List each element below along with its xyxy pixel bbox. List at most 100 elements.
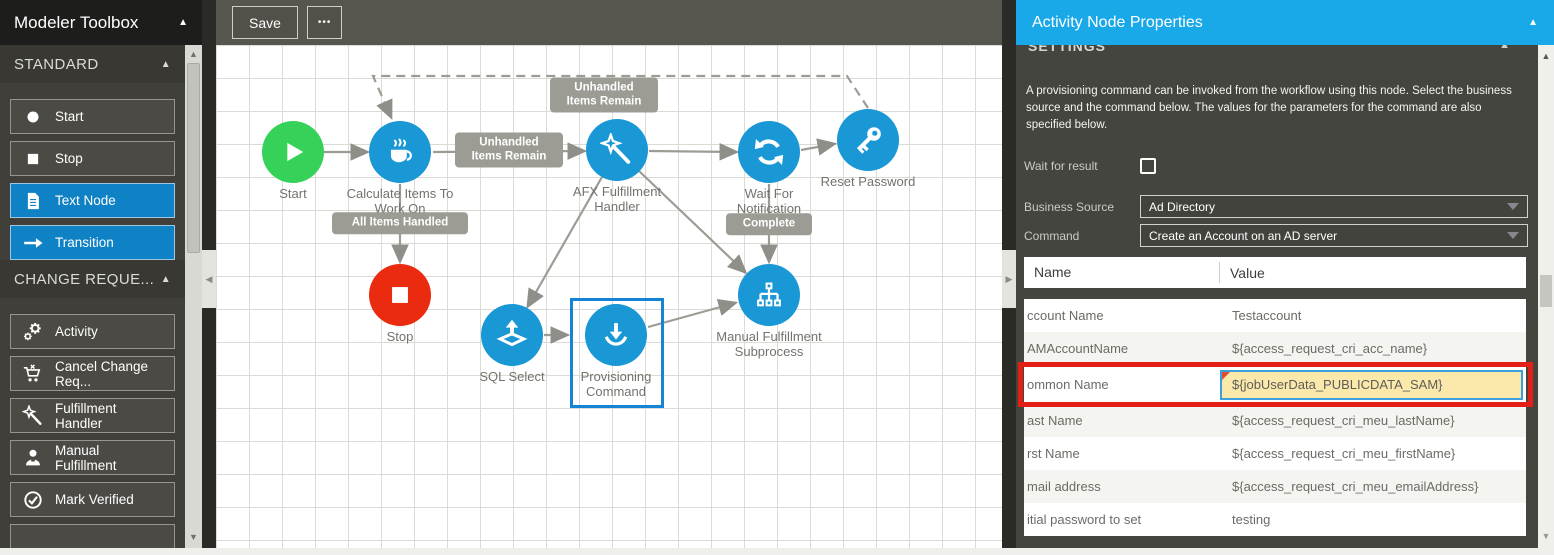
scroll-down-icon[interactable]: ▼ bbox=[1538, 531, 1554, 541]
parameter-value[interactable]: testing bbox=[1220, 512, 1526, 527]
transition-label-badge[interactable]: Unhandled Items Remain bbox=[455, 133, 563, 168]
settings-section-header[interactable]: SETTINGS ▲ bbox=[1016, 45, 1538, 63]
sidebar-item-cancel-change-req[interactable]: Cancel Change Req... bbox=[10, 356, 175, 391]
sidebar-item-manual-fulfillment[interactable]: Manual Fulfillment bbox=[10, 440, 175, 475]
settings-collapse-arrow-icon[interactable]: ▲ bbox=[1499, 45, 1510, 51]
canvas-right-gutter: ▶ bbox=[1002, 0, 1016, 548]
node-label-manual: Manual Fulfillment Subprocess bbox=[711, 329, 827, 359]
parameter-row-6[interactable]: itial password to settesting bbox=[1024, 503, 1526, 536]
parameters-table: Name Value ccount NameTestaccountAMAccou… bbox=[1024, 257, 1526, 536]
sidebar-item-activity[interactable]: Activity bbox=[10, 314, 175, 349]
sidebar-item-text-node[interactable]: Text Node bbox=[10, 183, 175, 218]
modeler-app: Modeler Toolbox ▲ STANDARD▲ Start Stop Text… bbox=[0, 0, 1554, 555]
business-source-dropdown[interactable]: Ad Directory bbox=[1140, 195, 1528, 218]
circle-icon bbox=[21, 106, 45, 128]
parameter-row-1[interactable]: AMAccountName${access_request_cri_acc_na… bbox=[1024, 332, 1526, 365]
sidebar-item-label: Activity bbox=[55, 324, 98, 339]
sidebar-item-partial[interactable] bbox=[10, 524, 175, 548]
sidebar-item-transition[interactable]: Transition bbox=[10, 225, 175, 260]
parameter-value[interactable]: ${access_request_cri_acc_name} bbox=[1220, 341, 1526, 356]
parameter-value: ${jobUserData_PUBLICDATA_SAM} bbox=[1220, 370, 1526, 400]
panel-scrollbar[interactable]: ▲ ▼ bbox=[1538, 45, 1554, 555]
cart-cancel-icon bbox=[21, 363, 45, 385]
parameter-row-3[interactable]: ast Name${access_request_cri_meu_lastNam… bbox=[1024, 404, 1526, 437]
check-circle-icon bbox=[21, 489, 45, 511]
parameter-name[interactable]: rst Name bbox=[1024, 446, 1220, 461]
parameter-name[interactable]: ccount Name bbox=[1024, 308, 1220, 323]
parameter-row-0[interactable]: ccount NameTestaccount bbox=[1024, 299, 1526, 332]
parameter-row-2[interactable]: ommon Name${jobUserData_PUBLICDATA_SAM} bbox=[1024, 365, 1526, 404]
save-button[interactable]: Save bbox=[232, 6, 298, 39]
square-icon bbox=[21, 148, 45, 170]
panel-collapse-arrow-icon[interactable]: ▲ bbox=[1528, 17, 1538, 28]
workflow-node-sql[interactable] bbox=[481, 304, 543, 366]
sidebar-item-start[interactable]: Start bbox=[10, 99, 175, 134]
panel-scrollbar-thumb[interactable] bbox=[1540, 275, 1552, 307]
canvas-scroll-right-arrow[interactable]: ▶ bbox=[1002, 250, 1016, 308]
parameters-table-rows: ccount NameTestaccountAMAccountName${acc… bbox=[1024, 299, 1526, 536]
parameter-value[interactable]: Testaccount bbox=[1220, 308, 1526, 323]
parameters-table-header: Name Value bbox=[1024, 257, 1526, 288]
workflow-node-wait[interactable] bbox=[738, 121, 800, 183]
node-label-reset: Reset Password bbox=[810, 174, 926, 189]
sidebar-item-label: Cancel Change Req... bbox=[55, 359, 164, 389]
sidebar-scrollbar[interactable]: ▲ ▼ bbox=[185, 45, 202, 548]
panel-header[interactable]: Activity Node Properties ▲ bbox=[1016, 0, 1554, 45]
parameter-name[interactable]: ommon Name bbox=[1024, 377, 1220, 392]
parameter-row-5[interactable]: mail address${access_request_cri_meu_ema… bbox=[1024, 470, 1526, 503]
canvas-scroll-left-arrow[interactable]: ◀ bbox=[202, 250, 216, 308]
download-icon bbox=[599, 318, 633, 352]
sidebar-item-mark-verified[interactable]: Mark Verified bbox=[10, 482, 175, 517]
column-header-value: Value bbox=[1220, 265, 1526, 281]
parameter-row-4[interactable]: rst Name${access_request_cri_meu_firstNa… bbox=[1024, 437, 1526, 470]
parameter-name[interactable]: itial password to set bbox=[1024, 512, 1220, 527]
parameter-value[interactable]: ${access_request_cri_meu_firstName} bbox=[1220, 446, 1526, 461]
parameter-name[interactable]: mail address bbox=[1024, 479, 1220, 494]
sidebar-header[interactable]: Modeler Toolbox ▲ bbox=[0, 0, 202, 45]
transition-label-badge[interactable]: All Items Handled bbox=[332, 212, 468, 234]
scroll-down-icon[interactable]: ▼ bbox=[185, 530, 202, 544]
parameter-value[interactable]: ${access_request_cri_meu_emailAddress} bbox=[1220, 479, 1526, 494]
collapse-arrow-icon[interactable]: ▲ bbox=[178, 17, 188, 28]
wait-for-result-checkbox[interactable] bbox=[1140, 158, 1156, 174]
collapse-arrow-icon[interactable]: ▲ bbox=[161, 274, 171, 285]
document-icon bbox=[21, 190, 45, 212]
command-dropdown[interactable]: Create an Account on an AD server bbox=[1140, 224, 1528, 247]
sidebar-item-stop[interactable]: Stop bbox=[10, 141, 175, 176]
workflow-node-stop[interactable] bbox=[369, 264, 431, 326]
node-label-prov: Provisioning Command bbox=[558, 369, 674, 399]
command-value: Create an Account on an AD server bbox=[1149, 229, 1501, 243]
node-label-afx: AFX Fulfillment Handler bbox=[559, 184, 675, 214]
scroll-up-icon[interactable]: ▲ bbox=[185, 47, 202, 61]
parameter-value[interactable]: ${access_request_cri_meu_lastName} bbox=[1220, 413, 1526, 428]
box-up-icon bbox=[495, 318, 529, 352]
node-label-sql: SQL Select bbox=[454, 369, 570, 384]
workflow-node-start[interactable] bbox=[262, 121, 324, 183]
parameter-name[interactable]: ast Name bbox=[1024, 413, 1220, 428]
none-icon bbox=[21, 531, 45, 549]
node-description: A provisioning command can be invoked fr… bbox=[1026, 83, 1526, 134]
transition-label-badge[interactable]: Complete bbox=[726, 213, 812, 235]
collapse-arrow-icon[interactable]: ▲ bbox=[161, 59, 171, 70]
parameter-name[interactable]: AMAccountName bbox=[1024, 341, 1220, 356]
play-icon bbox=[276, 135, 310, 169]
activity-node-properties-panel: Activity Node Properties ▲ SETTINGS ▲ A … bbox=[1016, 0, 1554, 548]
panel-title: Activity Node Properties bbox=[1032, 14, 1528, 32]
workflow-node-calculate[interactable] bbox=[369, 121, 431, 183]
section-header-change-reque[interactable]: CHANGE REQUE...▲ bbox=[0, 260, 185, 298]
sidebar-scrollbar-thumb[interactable] bbox=[187, 63, 200, 253]
section-header-standard[interactable]: STANDARD▲ bbox=[0, 45, 185, 83]
canvas-left-gutter: ◀ bbox=[202, 0, 216, 548]
coffee-icon bbox=[383, 135, 417, 169]
workflow-node-prov[interactable] bbox=[585, 304, 647, 366]
editor-toolbar: Save ••• bbox=[216, 0, 1002, 45]
workflow-canvas[interactable]: StartCalculate Items To Work OnAFX Fulfi… bbox=[216, 45, 1002, 548]
transition-label-badge[interactable]: Unhandled Items Remain bbox=[550, 78, 658, 113]
workflow-node-afx[interactable] bbox=[586, 119, 648, 181]
more-options-button[interactable]: ••• bbox=[307, 6, 343, 39]
parameter-value-input[interactable]: ${jobUserData_PUBLICDATA_SAM} bbox=[1220, 370, 1523, 400]
scroll-up-icon[interactable]: ▲ bbox=[1538, 51, 1554, 61]
sidebar-item-fulfillment-handler[interactable]: Fulfillment Handler bbox=[10, 398, 175, 433]
workflow-node-manual[interactable] bbox=[738, 264, 800, 326]
workflow-node-reset[interactable] bbox=[837, 109, 899, 171]
